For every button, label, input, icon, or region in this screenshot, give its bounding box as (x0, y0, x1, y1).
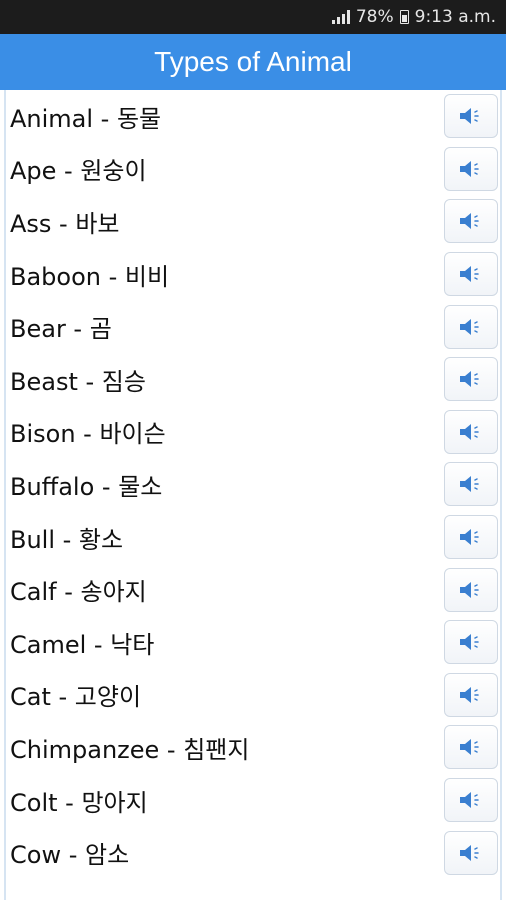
word-label: Cow - 암소 (10, 841, 130, 870)
speak-button[interactable] (444, 462, 498, 507)
word-label: Calf - 송아지 (10, 578, 147, 607)
speak-button[interactable] (444, 567, 498, 612)
word-label: Camel - 낙타 (10, 630, 155, 659)
list-item[interactable]: Colt - 망아지 (6, 774, 500, 827)
speaker-icon (458, 631, 484, 653)
speak-button[interactable] (444, 94, 498, 139)
speak-button[interactable] (444, 725, 498, 770)
speak-button[interactable] (444, 672, 498, 717)
speak-button[interactable] (444, 357, 498, 402)
word-label: Bear - 곰 (10, 315, 112, 344)
list-item[interactable]: Calf - 송아지 (6, 563, 500, 616)
word-label: Cat - 고양이 (10, 683, 142, 712)
speak-button[interactable] (444, 409, 498, 454)
list-item[interactable]: Bear - 곰 (6, 300, 500, 353)
speak-button[interactable] (444, 199, 498, 244)
speaker-icon (458, 368, 484, 390)
speaker-icon (458, 263, 484, 285)
speaker-icon (458, 579, 484, 601)
speak-button[interactable] (444, 146, 498, 191)
word-list: Animal - 동물 Ape - 원숭이 Ass - 바보 Baboon - 비비 B… (4, 90, 502, 900)
speaker-icon (458, 316, 484, 338)
word-label: Animal - 동물 (10, 104, 162, 133)
speaker-icon (458, 736, 484, 758)
speak-button[interactable] (444, 304, 498, 349)
speaker-icon (458, 421, 484, 443)
battery-icon (399, 10, 409, 24)
word-label: Buffalo - 물소 (10, 472, 163, 501)
status-bar: 78% 9:13 a.m. (0, 0, 506, 34)
word-label: Baboon - 비비 (10, 262, 170, 291)
speak-button[interactable] (444, 620, 498, 665)
speak-button[interactable] (444, 830, 498, 875)
speaker-icon (458, 473, 484, 495)
word-label: Bison - 바이슨 (10, 420, 166, 449)
list-item[interactable]: Chimpanzee - 침팬지 (6, 721, 500, 774)
speaker-icon (458, 210, 484, 232)
speaker-icon (458, 158, 484, 180)
list-item[interactable]: Animal - 동물 (6, 90, 500, 143)
speak-button[interactable] (444, 515, 498, 560)
list-item[interactable]: Bison - 바이슨 (6, 406, 500, 459)
word-label: Ass - 바보 (10, 209, 120, 238)
list-item[interactable]: Ass - 바보 (6, 195, 500, 248)
page-title: Types of Animal (154, 46, 352, 77)
speaker-icon (458, 105, 484, 127)
speaker-icon (458, 684, 484, 706)
speak-button[interactable] (444, 252, 498, 297)
list-item[interactable]: Buffalo - 물소 (6, 458, 500, 511)
clock: 9:13 a.m. (414, 7, 496, 27)
list-item[interactable]: Beast - 짐승 (6, 353, 500, 406)
speaker-icon (458, 789, 484, 811)
list-item[interactable]: Cow - 암소 (6, 826, 500, 879)
signal-icon (331, 10, 350, 24)
word-label: Beast - 짐승 (10, 367, 146, 396)
app-bar: Types of Animal (0, 34, 506, 90)
word-label: Colt - 망아지 (10, 788, 148, 817)
word-label: Ape - 원숭이 (10, 157, 147, 186)
speak-button[interactable] (444, 778, 498, 823)
list-item[interactable]: Bull - 황소 (6, 511, 500, 564)
speaker-icon (458, 842, 484, 864)
list-item[interactable]: Baboon - 비비 (6, 248, 500, 301)
speaker-icon (458, 526, 484, 548)
word-label: Bull - 황소 (10, 525, 124, 554)
list-item[interactable]: Camel - 낙타 (6, 616, 500, 669)
list-item[interactable]: Ape - 원숭이 (6, 143, 500, 196)
list-item[interactable]: Cat - 고양이 (6, 669, 500, 722)
word-label: Chimpanzee - 침팬지 (10, 735, 250, 764)
battery-percent: 78% (355, 7, 394, 27)
